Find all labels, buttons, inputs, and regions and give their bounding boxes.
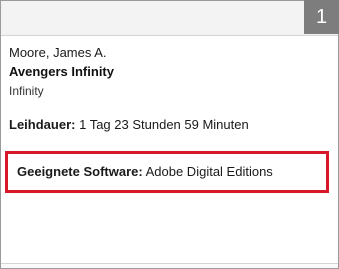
top-bar bbox=[1, 1, 338, 35]
suitable-software: Geeignete Software: Adobe Digital Editio… bbox=[17, 164, 273, 179]
author: Moore, James A. bbox=[9, 45, 107, 60]
software-highlight: Geeignete Software: Adobe Digital Editio… bbox=[5, 151, 329, 193]
suitable-software-value: Adobe Digital Editions bbox=[145, 164, 273, 179]
screenshot-frame: Moore, James A. Avengers Infinity Infini… bbox=[0, 0, 339, 269]
loan-duration-value: 1 Tag 23 Stunden 59 Minuten bbox=[79, 117, 249, 132]
step-badge: 1 bbox=[304, 0, 339, 34]
loan-duration-label: Leihdauer: bbox=[9, 117, 76, 132]
book-subtitle: Infinity bbox=[9, 84, 44, 98]
loan-duration: Leihdauer: 1 Tag 23 Stunden 59 Minuten bbox=[9, 117, 249, 132]
suitable-software-label: Geeignete Software: bbox=[17, 164, 143, 179]
book-title: Avengers Infinity bbox=[9, 64, 114, 79]
